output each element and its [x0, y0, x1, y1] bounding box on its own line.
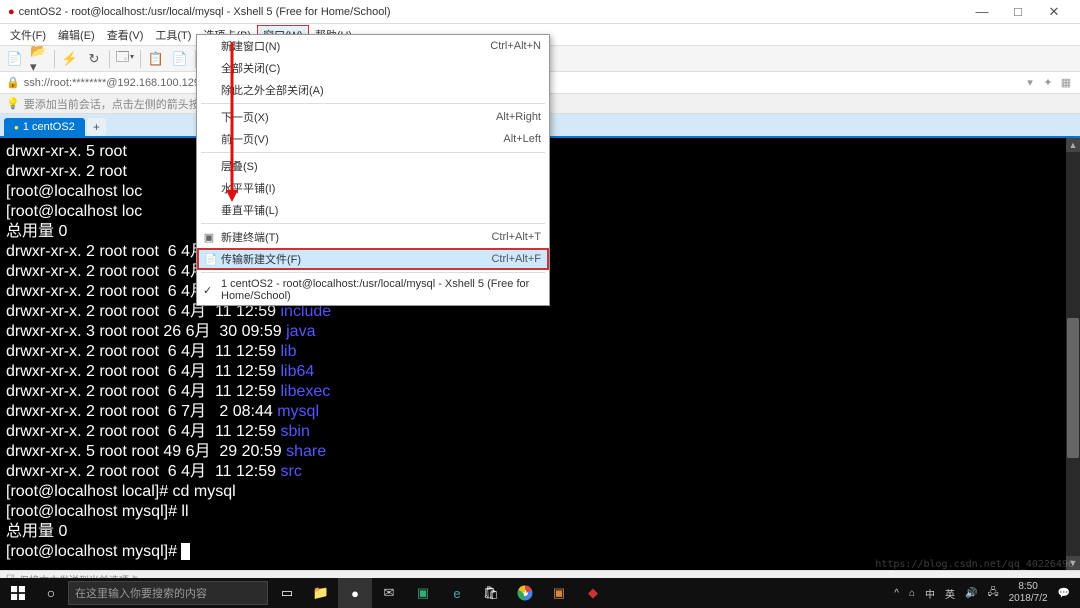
- app3-icon[interactable]: ◆: [576, 578, 610, 608]
- tray-up-icon[interactable]: ^: [894, 588, 899, 599]
- system-tray[interactable]: ^ ⌂ 中 英 🔊 🖧 8:502018/7/2 💬: [884, 581, 1080, 605]
- store-icon[interactable]: 🛍: [474, 578, 508, 608]
- menu-item[interactable]: 📄传输新建文件(F) Ctrl+Alt+F: [197, 248, 549, 270]
- new-session-icon[interactable]: 📄: [6, 50, 24, 68]
- menu-item-session[interactable]: 1 centOS2 - root@localhost:/usr/local/my…: [197, 275, 549, 305]
- menu-edit[interactable]: 编辑(E): [52, 25, 101, 45]
- lock-icon: 🔒: [6, 76, 20, 89]
- menu-item-shortcut: Alt+Left: [503, 133, 541, 145]
- addr-btn-icon[interactable]: ✦: [1040, 76, 1056, 89]
- menu-item-label: 下一页(X): [221, 109, 269, 125]
- window-dropdown: 新建窗口(N) Ctrl+Alt+N 全部关闭(C) 除此之外全部关闭(A) 下一页(X…: [196, 34, 550, 306]
- paste-icon[interactable]: 📄: [171, 50, 189, 68]
- menu-item-label: 层叠(S): [221, 158, 258, 174]
- chrome-icon[interactable]: [508, 578, 542, 608]
- menu-item-label: 1 centOS2 - root@localhost:/usr/local/my…: [221, 278, 541, 302]
- properties-icon[interactable]: 🗔▾: [116, 50, 134, 68]
- address-text[interactable]: ssh://root:********@192.168.100.129: [24, 77, 200, 89]
- notifications-icon[interactable]: 💬: [1058, 588, 1070, 599]
- menu-item[interactable]: 垂直平铺(L): [197, 199, 549, 221]
- reconnect-icon[interactable]: ↻: [85, 50, 103, 68]
- connect-icon[interactable]: ⚡: [61, 50, 79, 68]
- start-button[interactable]: [0, 578, 36, 608]
- menu-item[interactable]: 水平平铺(I): [197, 177, 549, 199]
- menu-item-label: 垂直平铺(L): [221, 202, 278, 218]
- addr-dropdown-icon[interactable]: ▾: [1022, 76, 1038, 89]
- menu-item-label: 传输新建文件(F): [221, 251, 301, 267]
- menu-item-shortcut: Ctrl+Alt+N: [490, 40, 541, 52]
- windows-taskbar: ○ 在这里输入你要搜索的内容 ▭ 📁 ● ✉ ▣ e 🛍 ▣ ◆ ^ ⌂ 中 英…: [0, 578, 1080, 608]
- menu-item-shortcut: Ctrl+Alt+F: [491, 253, 541, 265]
- open-icon[interactable]: 📂▾: [30, 50, 48, 68]
- new-tab-button[interactable]: +: [87, 118, 106, 136]
- terminal-scrollbar[interactable]: ▲ ▼: [1066, 138, 1080, 570]
- cortana-icon[interactable]: ○: [36, 585, 66, 601]
- close-button[interactable]: ✕: [1036, 4, 1072, 20]
- menu-tools[interactable]: 工具(T): [149, 25, 197, 45]
- menu-item[interactable]: 层叠(S): [197, 155, 549, 177]
- addr-go-icon[interactable]: ▦: [1058, 76, 1074, 89]
- tab-centos2[interactable]: ● 1 centOS2: [4, 118, 85, 136]
- app1-icon[interactable]: ▣: [406, 578, 440, 608]
- menu-view[interactable]: 查看(V): [101, 25, 150, 45]
- menu-item-label: 全部关闭(C): [221, 60, 280, 76]
- tray-ime2-icon[interactable]: 英: [945, 586, 955, 601]
- menu-item-icon: ▣: [202, 231, 216, 244]
- tray-network-icon[interactable]: 🖧: [987, 585, 998, 602]
- watermark: https://blog.csdn.net/qq_40226496: [875, 559, 1074, 570]
- copy-icon[interactable]: 📋: [147, 50, 165, 68]
- menu-item-label: 新建终端(T): [221, 229, 279, 245]
- menu-item-shortcut: Ctrl+Alt+T: [491, 231, 541, 243]
- tray-volume-icon[interactable]: 🔊: [965, 588, 977, 599]
- menu-file[interactable]: 文件(F): [4, 25, 52, 45]
- menu-item-label: 前一页(V): [221, 131, 269, 147]
- app2-icon[interactable]: ▣: [542, 578, 576, 608]
- menu-item[interactable]: 除此之外全部关闭(A): [197, 79, 549, 101]
- status-dot-icon: ●: [14, 123, 19, 132]
- title-bar: ● centOS2 - root@localhost:/usr/local/my…: [0, 0, 1080, 24]
- menu-item[interactable]: 前一页(V) Alt+Left: [197, 128, 549, 150]
- app-icon: ●: [8, 6, 15, 18]
- xshell-taskbar-icon[interactable]: ●: [338, 578, 372, 608]
- menu-item[interactable]: 全部关闭(C): [197, 57, 549, 79]
- bulb-icon: 💡: [6, 97, 20, 110]
- minimize-button[interactable]: —: [964, 4, 1000, 19]
- menu-item-label: 除此之外全部关闭(A): [221, 82, 324, 98]
- scroll-thumb[interactable]: [1067, 318, 1079, 458]
- menu-item[interactable]: ▣ 新建终端(T) Ctrl+Alt+T: [197, 226, 549, 248]
- menu-item-label: 水平平铺(I): [221, 180, 275, 196]
- explorer-icon[interactable]: 📁: [304, 578, 338, 608]
- mail-icon[interactable]: ✉: [372, 578, 406, 608]
- tray-ime1-icon[interactable]: 中: [925, 586, 935, 601]
- scroll-up-icon[interactable]: ▲: [1066, 138, 1080, 152]
- menu-item[interactable]: 新建窗口(N) Ctrl+Alt+N: [197, 35, 549, 57]
- maximize-button[interactable]: □: [1000, 4, 1036, 19]
- menu-item-label: 新建窗口(N): [221, 38, 280, 54]
- window-title: centOS2 - root@localhost:/usr/local/mysq…: [19, 6, 391, 18]
- menu-item-icon: 📄: [204, 253, 218, 266]
- menu-item-shortcut: Alt+Right: [496, 111, 541, 123]
- search-placeholder: 在这里输入你要搜索的内容: [75, 585, 207, 601]
- menu-item[interactable]: 下一页(X) Alt+Right: [197, 106, 549, 128]
- edge-icon[interactable]: e: [440, 578, 474, 608]
- taskbar-search[interactable]: 在这里输入你要搜索的内容: [68, 581, 268, 605]
- taskbar-clock[interactable]: 8:502018/7/2: [1009, 581, 1048, 605]
- tab-label: 1 centOS2: [23, 121, 75, 133]
- tray-people-icon[interactable]: ⌂: [909, 588, 915, 599]
- hint-text: 要添加当前会话，点击左侧的箭头按钮。: [24, 96, 222, 112]
- task-view-icon[interactable]: ▭: [270, 578, 304, 608]
